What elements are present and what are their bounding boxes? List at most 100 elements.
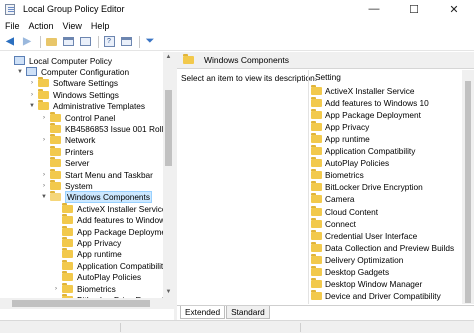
pane-splitter[interactable] bbox=[174, 52, 177, 333]
tree-item-label: Windows Settings bbox=[53, 89, 119, 100]
tree-item-label: Software Settings bbox=[53, 78, 119, 89]
tree-item[interactable]: › Software Settings bbox=[28, 77, 119, 89]
tree-item[interactable]: Local Computer Policy bbox=[4, 55, 112, 66]
setting-list-item[interactable]: Biometrics bbox=[311, 169, 364, 181]
tree-expander-icon[interactable]: ▼ bbox=[40, 194, 48, 200]
tree-expander-icon[interactable]: › bbox=[52, 286, 60, 292]
tree-item[interactable]: App runtime bbox=[52, 248, 122, 260]
setting-list-item[interactable]: Camera bbox=[311, 193, 355, 205]
scroll-up-arrow-icon[interactable]: ▲ bbox=[163, 52, 174, 63]
minimize-button[interactable]: — bbox=[354, 0, 394, 18]
folder-icon bbox=[62, 236, 73, 247]
title-bar: Local Group Policy Editor — ☐ ✕ bbox=[0, 0, 474, 18]
setting-list-item[interactable]: Cloud Content bbox=[311, 205, 378, 217]
folder-icon bbox=[311, 120, 322, 131]
tree-item[interactable]: ▼ Windows Components bbox=[40, 191, 153, 204]
tree-item[interactable]: › System bbox=[40, 179, 93, 191]
setting-list-item[interactable]: Desktop Gadgets bbox=[311, 266, 390, 278]
setting-label: Delivery Optimization bbox=[325, 254, 404, 265]
back-arrow-icon[interactable]: ◀ bbox=[3, 35, 17, 49]
tree-hscroll-thumb[interactable] bbox=[12, 300, 150, 307]
setting-list-item[interactable]: Credential User Interface bbox=[311, 229, 417, 241]
tree-item-label: Windows Components bbox=[65, 191, 153, 204]
tree-item[interactable]: › Biometrics bbox=[52, 282, 116, 294]
tree-item[interactable]: ▼ Administrative Templates bbox=[28, 100, 145, 112]
tree-item[interactable]: ▼ Computer Configuration bbox=[16, 66, 129, 77]
tree-expander-icon[interactable]: › bbox=[40, 115, 48, 121]
setting-list-item[interactable]: Add features to Windows 10 bbox=[311, 96, 429, 108]
setting-list-item[interactable]: ActiveX Installer Service bbox=[311, 84, 415, 96]
setting-label: Data Collection and Preview Builds bbox=[325, 242, 455, 253]
tab-standard[interactable]: Standard bbox=[226, 306, 270, 319]
up-folder-icon[interactable] bbox=[44, 35, 58, 49]
properties-icon[interactable] bbox=[119, 35, 133, 49]
setting-list-item[interactable]: App Privacy bbox=[311, 120, 369, 132]
folder-icon bbox=[38, 100, 49, 111]
tree-item[interactable]: Printers bbox=[40, 145, 94, 157]
scroll-down-arrow-icon[interactable]: ▼ bbox=[163, 287, 174, 298]
folder-icon bbox=[311, 217, 322, 228]
setting-list-item[interactable]: BitLocker Drive Encryption bbox=[311, 181, 423, 193]
tree-expander-icon[interactable]: › bbox=[40, 137, 48, 143]
tree-item[interactable]: › Control Panel bbox=[40, 111, 116, 123]
tree-expander-icon[interactable]: › bbox=[40, 183, 48, 189]
setting-list-item[interactable]: Application Compatibility bbox=[311, 145, 415, 157]
settings-vertical-scrollbar[interactable] bbox=[462, 70, 474, 304]
tree-horizontal-scrollbar[interactable] bbox=[0, 298, 163, 309]
menu-view[interactable]: View bbox=[63, 21, 82, 31]
tree-item[interactable]: › Network bbox=[40, 134, 95, 146]
close-button[interactable]: ✕ bbox=[434, 0, 474, 18]
menu-help[interactable]: Help bbox=[91, 21, 110, 31]
setting-label: Desktop Window Manager bbox=[325, 279, 423, 290]
help-icon[interactable]: ? bbox=[102, 35, 116, 49]
setting-list-item[interactable]: App runtime bbox=[311, 132, 370, 144]
tree-item[interactable]: Server bbox=[40, 157, 89, 169]
tree-vertical-scrollbar[interactable]: ▲ ▼ bbox=[163, 52, 174, 298]
tree-item-label: KB4586853 Issue 001 Rollback bbox=[65, 123, 174, 134]
setting-list-item[interactable]: Device and Driver Compatibility bbox=[311, 290, 441, 302]
folder-icon bbox=[311, 266, 322, 276]
tree-item[interactable]: AutoPlay Policies bbox=[52, 271, 142, 283]
folder-icon bbox=[311, 253, 322, 264]
tree-expander-icon[interactable]: › bbox=[28, 80, 36, 86]
tree-item-label: AutoPlay Policies bbox=[77, 272, 142, 283]
setting-label: Connect bbox=[325, 218, 356, 229]
tree-item-label: Control Panel bbox=[65, 112, 116, 123]
setting-list-item[interactable]: Data Collection and Preview Builds bbox=[311, 241, 455, 253]
setting-column-header[interactable]: Setting bbox=[315, 72, 341, 82]
menu-file[interactable]: File bbox=[5, 21, 20, 31]
setting-list-item[interactable]: Connect bbox=[311, 217, 356, 229]
tree-item[interactable]: Application Compatibility bbox=[52, 259, 167, 271]
tree-expander-icon[interactable]: › bbox=[40, 172, 48, 178]
toolbar-separator bbox=[139, 35, 140, 48]
folder-icon bbox=[62, 248, 73, 259]
tree-item[interactable]: KB4586853 Issue 001 Rollback bbox=[40, 122, 174, 134]
forward-arrow-icon[interactable]: ▶ bbox=[20, 35, 34, 49]
tree-item-label: Printers bbox=[65, 146, 94, 157]
setting-list-item[interactable]: Delivery Optimization bbox=[311, 253, 404, 265]
tree-expander-icon[interactable]: ▼ bbox=[28, 103, 36, 109]
export-list-icon[interactable] bbox=[78, 35, 92, 49]
tree-item[interactable]: › Windows Settings bbox=[28, 88, 119, 100]
tree-item[interactable]: › Start Menu and Taskbar bbox=[40, 168, 153, 180]
tree-expander-icon[interactable]: ▼ bbox=[16, 69, 24, 75]
tree-expander-icon[interactable]: › bbox=[28, 92, 36, 98]
setting-list-item[interactable]: App Package Deployment bbox=[311, 108, 421, 120]
setting-list-item[interactable]: Desktop Window Manager bbox=[311, 278, 423, 290]
menu-action[interactable]: Action bbox=[29, 21, 54, 31]
maximize-button[interactable]: ☐ bbox=[394, 0, 434, 18]
settings-scroll-thumb[interactable] bbox=[465, 81, 471, 303]
tree-item[interactable]: Add features to Windows 10 bbox=[52, 214, 174, 226]
tree-scroll-thumb[interactable] bbox=[165, 90, 172, 166]
tree-item[interactable]: App Privacy bbox=[52, 236, 121, 248]
filter-icon[interactable]: ⏷ bbox=[143, 35, 157, 49]
show-hide-tree-icon[interactable] bbox=[61, 35, 75, 49]
folder-icon bbox=[311, 229, 322, 240]
setting-list-item[interactable]: AutoPlay Policies bbox=[311, 157, 389, 169]
tree-item[interactable]: App Package Deployment bbox=[52, 225, 173, 237]
setting-label: Desktop Gadgets bbox=[325, 267, 390, 277]
folder-icon bbox=[311, 96, 322, 107]
tab-extended[interactable]: Extended bbox=[180, 306, 226, 319]
tree-item[interactable]: ActiveX Installer Service bbox=[52, 202, 166, 214]
setting-label: ActiveX Installer Service bbox=[325, 85, 415, 96]
